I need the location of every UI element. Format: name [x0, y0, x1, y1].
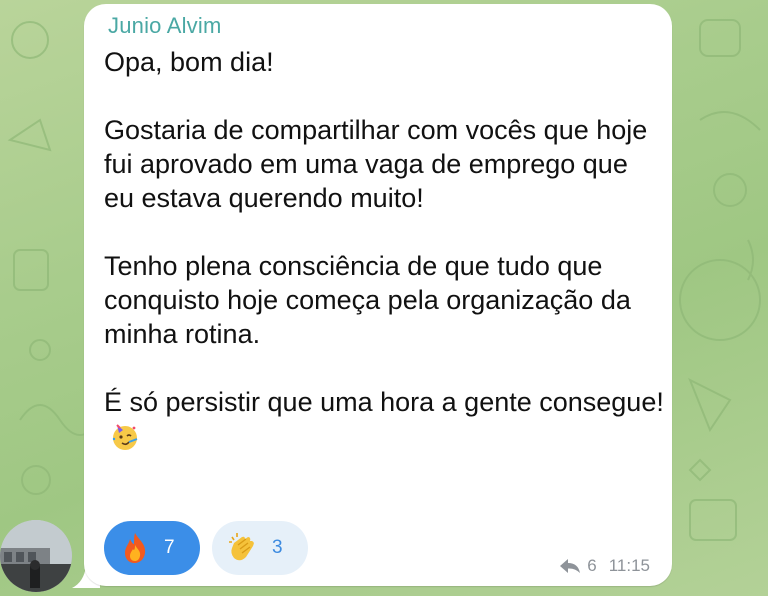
message-paragraph: Tenho plena consciência de que tudo que …: [104, 251, 631, 349]
reaction-count: 7: [164, 537, 175, 558]
message-paragraph: Opa, bom dia!: [104, 47, 274, 77]
clapping-hands-icon: [229, 533, 254, 561]
message-paragraph-last: É só persistir que uma hora a gente cons…: [104, 385, 664, 453]
fire-icon: [125, 533, 146, 563]
forward-count: 6: [587, 556, 597, 575]
reaction-clap[interactable]: 3: [212, 521, 308, 575]
avatar-photo: [0, 520, 72, 592]
forward-icon: [560, 559, 581, 573]
message-time: 11:15: [608, 556, 650, 575]
sender-name[interactable]: Junio Alvim: [108, 13, 221, 39]
partying-face-icon: [112, 424, 138, 450]
message-text: Opa, bom dia! Gostaria de compartilhar c…: [104, 45, 664, 453]
reaction-fire[interactable]: 7: [104, 521, 200, 575]
message-paragraph-text: É só persistir que uma hora a gente cons…: [104, 387, 664, 417]
message-meta: 6 11:15: [559, 556, 650, 576]
reaction-count: 3: [272, 537, 283, 558]
message-paragraph: Gostaria de compartilhar com vocês que h…: [104, 115, 648, 213]
message-bubble[interactable]: Junio Alvim Opa, bom dia! Gostaria de co…: [84, 4, 672, 586]
sender-avatar[interactable]: [0, 520, 72, 592]
